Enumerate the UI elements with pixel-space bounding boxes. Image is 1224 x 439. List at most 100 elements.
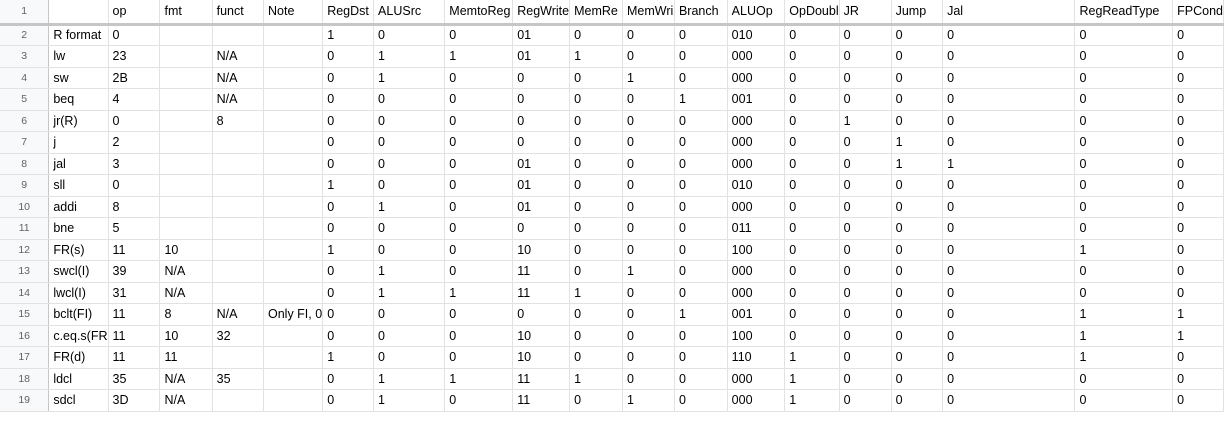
table-cell[interactable]: 0 <box>373 174 446 197</box>
row-number[interactable]: 17 <box>0 346 50 369</box>
table-cell[interactable]: 0 <box>1172 174 1224 197</box>
table-cell[interactable]: 0 <box>784 282 840 304</box>
table-cell[interactable] <box>212 217 265 240</box>
table-cell[interactable]: ldcl <box>48 368 109 390</box>
table-cell[interactable]: 0 <box>674 153 728 175</box>
table-cell[interactable]: 0 <box>1172 239 1224 261</box>
table-cell[interactable]: 0 <box>942 368 1076 390</box>
table-cell[interactable]: 0 <box>108 24 161 46</box>
table-cell[interactable]: 01 <box>512 24 571 46</box>
table-cell[interactable]: R format <box>48 24 109 46</box>
table-cell[interactable]: 0 <box>1074 110 1174 132</box>
table-cell[interactable] <box>263 88 324 111</box>
table-cell[interactable]: 3 <box>108 153 161 175</box>
row-number[interactable]: 11 <box>0 217 50 240</box>
table-cell[interactable]: 0 <box>942 389 1076 412</box>
header-cell[interactable]: FPCond <box>1172 0 1224 26</box>
table-cell[interactable]: 0 <box>322 389 375 412</box>
table-cell[interactable]: 0 <box>444 303 514 326</box>
table-cell[interactable]: 0 <box>512 217 571 240</box>
table-cell[interactable]: 0 <box>322 303 375 326</box>
table-cell[interactable]: 0 <box>674 217 728 240</box>
table-cell[interactable]: 0 <box>322 368 375 390</box>
table-cell[interactable]: 10 <box>159 325 213 347</box>
table-cell[interactable]: 0 <box>444 67 514 89</box>
table-cell[interactable] <box>263 282 324 304</box>
table-cell[interactable]: 010 <box>727 24 786 46</box>
table-cell[interactable]: 0 <box>674 346 728 369</box>
header-cell[interactable]: RegDst <box>322 0 375 26</box>
table-cell[interactable]: 0 <box>444 88 514 111</box>
table-cell[interactable]: 0 <box>569 260 623 283</box>
header-cell[interactable]: JR <box>839 0 892 26</box>
table-cell[interactable]: 0 <box>1074 153 1174 175</box>
table-cell[interactable]: 0 <box>622 217 675 240</box>
table-cell[interactable]: 0 <box>569 110 623 132</box>
table-cell[interactable]: 0 <box>891 389 944 412</box>
table-cell[interactable]: 0 <box>569 88 623 111</box>
table-cell[interactable]: 11 <box>159 346 213 369</box>
table-cell[interactable]: 011 <box>727 217 786 240</box>
table-cell[interactable] <box>159 196 213 218</box>
table-cell[interactable]: 01 <box>512 153 571 175</box>
row-number[interactable]: 2 <box>0 24 50 46</box>
table-cell[interactable]: 0 <box>322 217 375 240</box>
table-cell[interactable]: 0 <box>512 67 571 89</box>
table-cell[interactable]: 0 <box>322 110 375 132</box>
table-cell[interactable]: 0 <box>1172 196 1224 218</box>
table-cell[interactable]: sll <box>48 174 109 197</box>
table-cell[interactable]: 0 <box>622 88 675 111</box>
table-cell[interactable]: 001 <box>727 303 786 326</box>
table-cell[interactable]: 1 <box>1172 325 1224 347</box>
table-cell[interactable]: N/A <box>212 45 265 68</box>
table-cell[interactable]: 8 <box>108 196 161 218</box>
table-cell[interactable]: 0 <box>839 131 892 154</box>
row-number[interactable]: 19 <box>0 389 50 412</box>
table-cell[interactable]: 2 <box>108 131 161 154</box>
table-cell[interactable]: 0 <box>784 303 840 326</box>
table-cell[interactable]: 0 <box>891 239 944 261</box>
table-cell[interactable]: 0 <box>1074 196 1174 218</box>
table-cell[interactable]: 1 <box>622 260 675 283</box>
table-cell[interactable] <box>212 24 265 46</box>
table-cell[interactable]: addi <box>48 196 109 218</box>
header-cell[interactable]: Jump <box>891 0 944 26</box>
table-cell[interactable]: 0 <box>891 368 944 390</box>
table-cell[interactable]: 0 <box>674 45 728 68</box>
table-cell[interactable]: 4 <box>108 88 161 111</box>
table-cell[interactable]: 0 <box>1172 282 1224 304</box>
table-cell[interactable]: 0 <box>839 325 892 347</box>
table-cell[interactable]: 0 <box>1074 217 1174 240</box>
table-cell[interactable]: 0 <box>942 303 1076 326</box>
table-cell[interactable]: 0 <box>569 131 623 154</box>
table-cell[interactable]: 1 <box>1074 325 1174 347</box>
row-number[interactable]: 9 <box>0 174 50 197</box>
table-cell[interactable]: 0 <box>569 389 623 412</box>
table-cell[interactable]: 0 <box>942 67 1076 89</box>
table-cell[interactable]: 0 <box>839 346 892 369</box>
table-cell[interactable]: 0 <box>784 174 840 197</box>
table-cell[interactable]: j <box>48 131 109 154</box>
table-cell[interactable]: 10 <box>512 239 571 261</box>
header-cell[interactable]: op <box>108 0 161 26</box>
table-cell[interactable]: c.eq.s(FR <box>48 325 109 347</box>
table-cell[interactable]: 1 <box>569 45 623 68</box>
table-cell[interactable]: 0 <box>942 217 1076 240</box>
table-cell[interactable]: 11 <box>512 282 571 304</box>
table-cell[interactable]: 8 <box>159 303 213 326</box>
header-cell[interactable] <box>48 0 109 26</box>
table-cell[interactable]: 1 <box>839 110 892 132</box>
table-cell[interactable]: 0 <box>942 88 1076 111</box>
table-cell[interactable]: 01 <box>512 45 571 68</box>
table-cell[interactable]: 0 <box>839 67 892 89</box>
table-cell[interactable] <box>263 260 324 283</box>
table-cell[interactable]: 010 <box>727 174 786 197</box>
table-cell[interactable]: 0 <box>444 196 514 218</box>
table-cell[interactable]: lw <box>48 45 109 68</box>
table-cell[interactable]: 0 <box>674 174 728 197</box>
table-cell[interactable]: 0 <box>569 153 623 175</box>
table-cell[interactable]: 1 <box>784 368 840 390</box>
table-cell[interactable]: 0 <box>891 110 944 132</box>
table-cell[interactable]: 1 <box>622 67 675 89</box>
table-cell[interactable]: FR(s) <box>48 239 109 261</box>
